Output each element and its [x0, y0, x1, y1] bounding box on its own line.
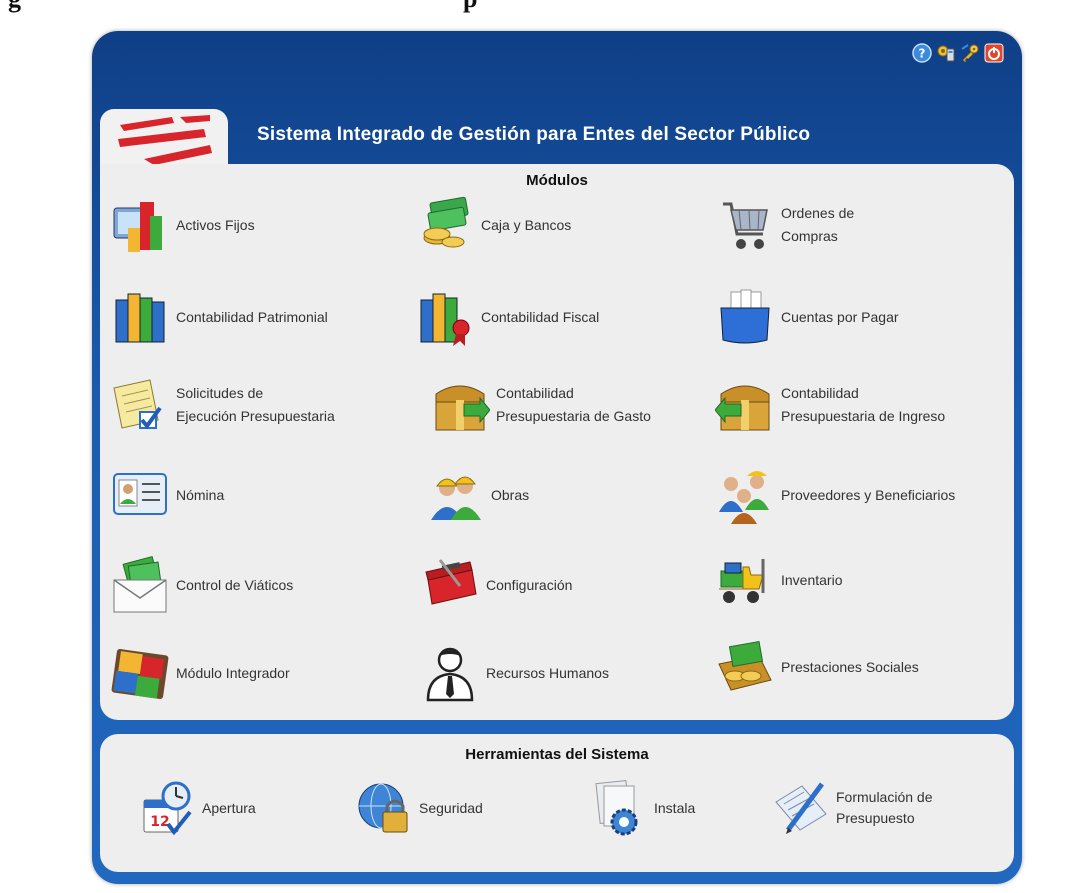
module-label: Contabilidad Fiscal	[481, 308, 600, 325]
modules-panel: Módulos Activos Fijos Caja y Bancos Orde…	[100, 164, 1014, 720]
module-label: Contabilidad Presupuestaria de Gasto	[496, 385, 651, 424]
logo-icon	[118, 115, 212, 165]
settings-icon[interactable]	[936, 43, 956, 63]
module-label: Caja y Bancos	[481, 216, 572, 233]
module-contabilidad-fiscal[interactable]: Contabilidad Fiscal	[415, 286, 599, 348]
module-contabilidad-patrimonial[interactable]: Contabilidad Patrimonial	[110, 286, 328, 348]
module-label: Obras	[491, 486, 530, 503]
tools-heading: Herramientas del Sistema	[465, 746, 649, 763]
module-ordenes-de-compras[interactable]: Ordenes de Compras	[715, 194, 854, 256]
treasure-chest-out-icon	[435, 385, 490, 431]
module-obras[interactable]: Obras	[425, 464, 529, 526]
system-tools-panel: Herramientas del Sistema 12 Apertura Seg…	[100, 734, 1014, 872]
people-group-icon	[719, 471, 769, 524]
module-nomina[interactable]: Nómina	[110, 464, 224, 526]
app-title: Sistema Integrado de Gestión para Entes …	[257, 124, 811, 145]
treasure-chest-in-icon	[715, 385, 770, 431]
file-box-icon	[720, 289, 770, 344]
checklist-icon	[113, 379, 162, 430]
module-label: Proveedores y Beneficiarios	[781, 486, 956, 503]
module-recursos-humanos[interactable]: Recursos Humanos	[420, 642, 609, 704]
help-icon[interactable]: ?	[912, 43, 932, 63]
module-presupuestaria-ingreso[interactable]: Contabilidad Presupuestaria de Ingreso	[715, 374, 945, 436]
fixed-assets-icon	[113, 202, 162, 252]
modules-heading: Módulos	[526, 172, 588, 189]
module-inventario[interactable]: Inventario	[715, 549, 842, 611]
module-caja-y-bancos[interactable]: Caja y Bancos	[415, 194, 571, 256]
module-label: Solicitudes de Ejecución Presupuestaria	[176, 385, 335, 424]
tool-apertura[interactable]: 12 Apertura	[138, 778, 256, 838]
module-label: Contabilidad Presupuestaria de Ingreso	[781, 385, 946, 424]
document-gear-icon	[595, 779, 638, 836]
module-label: Contabilidad Patrimonial	[176, 308, 328, 325]
tool-label: Formulación de Presupuesto	[836, 789, 933, 826]
money-book-icon	[718, 640, 772, 691]
module-label: Activos Fijos	[176, 216, 255, 233]
module-presupuestaria-gasto[interactable]: Contabilidad Presupuestaria de Gasto	[430, 374, 651, 436]
top-toolbar: ?	[912, 43, 1004, 63]
svg-text:12: 12	[150, 814, 169, 830]
forklift-icon	[719, 559, 765, 603]
id-card-icon	[113, 473, 167, 515]
module-proveedores-beneficiarios[interactable]: Proveedores y Beneficiarios	[715, 464, 955, 526]
shopping-cart-icon	[723, 202, 768, 249]
module-configuracion[interactable]: Configuración	[420, 554, 572, 616]
module-integrador[interactable]: Módulo Integrador	[110, 642, 290, 704]
calendar-clock-icon: 12	[143, 781, 192, 836]
tool-label: Instala	[654, 799, 696, 816]
money-envelope-icon	[113, 555, 167, 613]
pen-document-icon	[775, 782, 827, 834]
cash-banks-icon	[423, 196, 469, 248]
module-label: Configuración	[486, 576, 573, 593]
module-label: Control de Viáticos	[176, 576, 294, 593]
puzzle-icon	[111, 648, 169, 700]
globe-lock-icon	[358, 783, 408, 833]
books-ribbon-icon	[420, 293, 470, 346]
module-prestaciones-sociales[interactable]: Prestaciones Sociales	[715, 636, 919, 698]
tool-label: Apertura	[202, 799, 256, 816]
workers-icon	[431, 476, 481, 520]
books-icon	[115, 293, 165, 343]
module-label: Inventario	[781, 571, 843, 588]
tool-formulacion-presupuesto[interactable]: Formulación de Presupuesto	[772, 778, 933, 838]
tool-label: Seguridad	[419, 799, 483, 816]
key-icon[interactable]	[960, 43, 980, 63]
tool-seguridad[interactable]: Seguridad	[355, 778, 483, 838]
tool-instala[interactable]: Instala	[590, 778, 695, 838]
module-label: Ordenes de Compras	[781, 205, 855, 244]
toolbox-icon	[425, 559, 477, 605]
logo-tab	[100, 109, 228, 165]
module-label: Cuentas por Pagar	[781, 308, 899, 325]
app-window: ? Sistema Integrado de Gestión para Ente…	[92, 31, 1022, 884]
person-icon	[426, 647, 474, 702]
module-control-viaticos[interactable]: Control de Viáticos	[110, 554, 293, 616]
module-label: Módulo Integrador	[176, 664, 290, 681]
power-icon[interactable]	[984, 43, 1004, 63]
module-cuentas-por-pagar[interactable]: Cuentas por Pagar	[715, 286, 899, 348]
module-label: Prestaciones Sociales	[781, 658, 919, 675]
module-label: Nómina	[176, 486, 225, 503]
page-caption-fragment: g p	[8, 0, 477, 14]
svg-text:?: ?	[919, 47, 926, 61]
module-solicitudes-ejecucion[interactable]: Solicitudes de Ejecución Presupuestaria	[110, 374, 335, 436]
module-label: Recursos Humanos	[486, 664, 609, 681]
module-activos-fijos[interactable]: Activos Fijos	[110, 194, 255, 256]
